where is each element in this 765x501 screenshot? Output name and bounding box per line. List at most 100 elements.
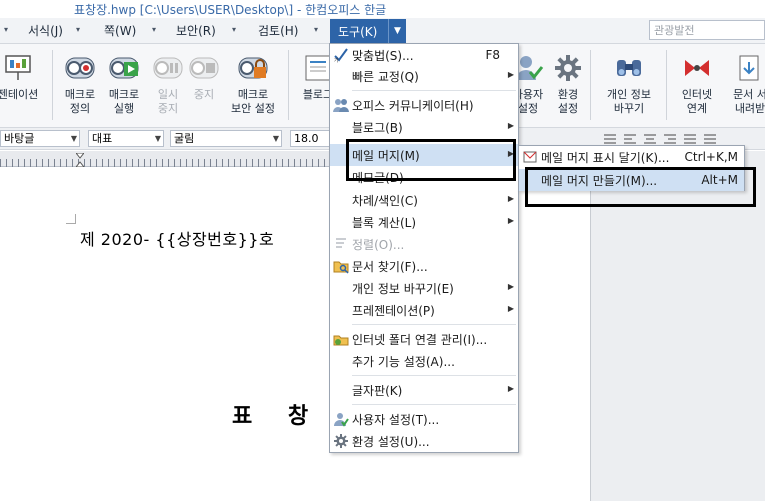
macro-define-button[interactable]: 매크로 정의 bbox=[56, 50, 104, 124]
menu-format[interactable]: 서식(J) bbox=[28, 22, 63, 40]
menu-review[interactable]: 검토(H) bbox=[258, 22, 298, 40]
menu-item-block-calc[interactable]: 블록 계산(L) ▶ bbox=[330, 211, 518, 233]
menu-item-shortcut: F8 bbox=[485, 48, 500, 62]
font-select-value: 굴림 bbox=[174, 132, 195, 145]
style-select[interactable]: 바탕글 ▼ bbox=[0, 130, 80, 147]
menu-item-label: 글자판(K) bbox=[352, 384, 403, 398]
macro-record-icon bbox=[64, 52, 96, 84]
menu-page-label: 쪽(W) bbox=[104, 24, 137, 38]
language-select-value: 대표 bbox=[92, 132, 113, 145]
binoculars-icon bbox=[613, 52, 645, 84]
style-select-value: 바탕글 bbox=[4, 132, 35, 145]
menu-item-quick-correct[interactable]: 빠른 교정(Q) ▶ bbox=[330, 65, 518, 87]
submenu-arrow-icon: ▶ bbox=[507, 304, 514, 313]
menu-item-keyboard[interactable]: 글자판(K) ▶ bbox=[330, 379, 518, 401]
chevron-down-icon: ▼ bbox=[272, 134, 279, 143]
menu-separator bbox=[352, 324, 516, 325]
menu-item-label: 추가 기능 설정(A)... bbox=[352, 355, 455, 369]
menu-separator bbox=[352, 90, 516, 91]
macro-run-button[interactable]: 매크로 실행 bbox=[100, 50, 148, 124]
menu-format-label: 서식(J) bbox=[28, 24, 63, 38]
menu-item-user-settings[interactable]: 사용자 설정(T)... bbox=[330, 408, 518, 430]
title-bar: 표창장.hwp [C:\Users\USER\Desktop\] - 한컴오피스… bbox=[0, 0, 765, 18]
internet-link-icon bbox=[681, 52, 713, 84]
menu-item-spellcheck[interactable]: 가 맞춤법(S)... F8 bbox=[330, 44, 518, 66]
spellcheck-icon: 가 bbox=[333, 47, 349, 64]
personal-info-change-button[interactable]: 개인 정보 바꾸기 bbox=[598, 50, 660, 124]
personal-info-change-label: 개인 정보 바꾸기 bbox=[607, 88, 651, 115]
document-line-number: 제 2020- {{상장번호}}호 bbox=[80, 230, 275, 249]
macro-security-label: 매크로 보안 설정 bbox=[231, 88, 275, 115]
indent-marker[interactable] bbox=[74, 152, 86, 168]
menu-item-label: 프레젠테이션(P) bbox=[352, 304, 435, 318]
page-margin-marker bbox=[66, 214, 76, 224]
menu-item-personal-info[interactable]: 개인 정보 바꾸기(E) ▶ bbox=[330, 277, 518, 299]
submenu-arrow-icon: ▶ bbox=[507, 70, 514, 79]
font-select[interactable]: 굴림 ▼ bbox=[170, 130, 282, 147]
menu-item-label: 정렬(O)... bbox=[352, 238, 405, 252]
menu-item-label: 맞춤법(S)... bbox=[352, 49, 414, 63]
menu-item-environment-settings[interactable]: 환경 설정(U)... bbox=[330, 430, 518, 452]
menu-item-internet-folder[interactable]: 인터넷 폴더 연결 관리(I)... bbox=[330, 328, 518, 350]
macro-security-button[interactable]: 매크로 보안 설정 bbox=[222, 50, 284, 124]
font-size-input[interactable]: 18.0 bbox=[290, 130, 330, 147]
internet-folder-icon bbox=[333, 331, 349, 347]
font-size-value: 18.0 bbox=[294, 132, 319, 145]
document-download-button[interactable]: 문서 서 내려받 bbox=[724, 50, 765, 124]
menu-security[interactable]: 보안(R) bbox=[176, 22, 216, 40]
presentation-button[interactable]: 젠테이션 bbox=[0, 50, 44, 124]
menu-item-toc-index[interactable]: 차례/색인(C) ▶ bbox=[330, 189, 518, 211]
menu-item-office-communicator[interactable]: 오피스 커뮤니케이터(H) bbox=[330, 94, 518, 116]
menu-item-label: 블록 계산(L) bbox=[352, 216, 417, 230]
macro-run-icon bbox=[108, 52, 140, 84]
folder-search-icon bbox=[333, 258, 349, 274]
stop-label: 중지 bbox=[193, 88, 215, 101]
stop-icon bbox=[188, 52, 220, 84]
menu-item-label: 인터넷 폴더 연결 관리(I)... bbox=[352, 333, 488, 347]
menu-item-label: 개인 정보 바꾸기(E) bbox=[352, 282, 454, 296]
gear-icon bbox=[552, 52, 584, 84]
language-select[interactable]: 대표 ▼ bbox=[88, 130, 164, 147]
menu-item-label: 차례/색인(C) bbox=[352, 194, 418, 208]
menu-item-label: 메일 머지 표시 달기(K)... bbox=[541, 151, 670, 165]
menu-separator bbox=[352, 404, 516, 405]
menu-item-addin-settings[interactable]: 추가 기능 설정(A)... bbox=[330, 350, 518, 372]
sort-icon bbox=[333, 236, 349, 252]
window-title: 표창장.hwp [C:\Users\USER\Desktop\] - 한컴오피스… bbox=[74, 3, 387, 17]
menu-item-label: 환경 설정(U)... bbox=[352, 435, 430, 449]
menu-item-presentation[interactable]: 프레젠테이션(P) ▶ bbox=[330, 299, 518, 321]
menu-page[interactable]: 쪽(W) bbox=[104, 22, 136, 40]
presentation-icon bbox=[2, 52, 34, 84]
user-settings-icon bbox=[333, 411, 349, 427]
communicator-icon bbox=[333, 97, 349, 113]
tools-menu: 가 맞춤법(S)... F8 빠른 교정(Q) ▶ 오피스 커뮤니케이터(H) … bbox=[329, 43, 519, 453]
menu-item-blog[interactable]: 블로그(B) ▶ bbox=[330, 116, 518, 138]
menu-item-label: 블로그(B) bbox=[352, 121, 403, 135]
menu-item-label: 빠른 교정(Q) bbox=[352, 70, 419, 84]
environment-settings-button[interactable]: 환경 설정 bbox=[544, 50, 592, 124]
menu-item-sort[interactable]: 정렬(O)... bbox=[330, 233, 518, 255]
gear-icon bbox=[333, 433, 349, 449]
ribbon-separator bbox=[590, 50, 591, 120]
search-box[interactable] bbox=[649, 20, 765, 40]
svg-text:가: 가 bbox=[334, 57, 339, 63]
internet-link-button[interactable]: 인터넷 연계 bbox=[672, 50, 722, 124]
menu-review-label: 검토(H) bbox=[258, 24, 299, 38]
submenu-arrow-icon: ▶ bbox=[507, 121, 514, 130]
ribbon-separator bbox=[52, 50, 53, 120]
menu-item-mail-merge-mark[interactable]: 메일 머지 표시 달기(K)... Ctrl+K,M bbox=[519, 146, 744, 168]
document-download-label: 문서 서 내려받 bbox=[733, 88, 765, 115]
submenu-arrow-icon: ▶ bbox=[507, 384, 514, 393]
stop-button[interactable]: 중지 bbox=[180, 50, 228, 124]
menu-tools[interactable]: 도구(K) ▼ bbox=[330, 19, 406, 44]
search-input[interactable] bbox=[650, 21, 764, 39]
menu-item-label: 문서 찾기(F)... bbox=[352, 260, 428, 274]
menu-tools-dropdown-arrow[interactable]: ▼ bbox=[388, 19, 406, 44]
internet-link-label: 인터넷 연계 bbox=[681, 88, 713, 115]
menu-item-find-document[interactable]: 문서 찾기(F)... bbox=[330, 255, 518, 277]
macro-security-icon bbox=[237, 52, 269, 84]
download-icon bbox=[734, 52, 765, 84]
presentation-label: 젠테이션 bbox=[0, 88, 39, 101]
menu-item-label: 오피스 커뮤니케이터(H) bbox=[352, 99, 474, 113]
ribbon-separator bbox=[288, 50, 289, 120]
